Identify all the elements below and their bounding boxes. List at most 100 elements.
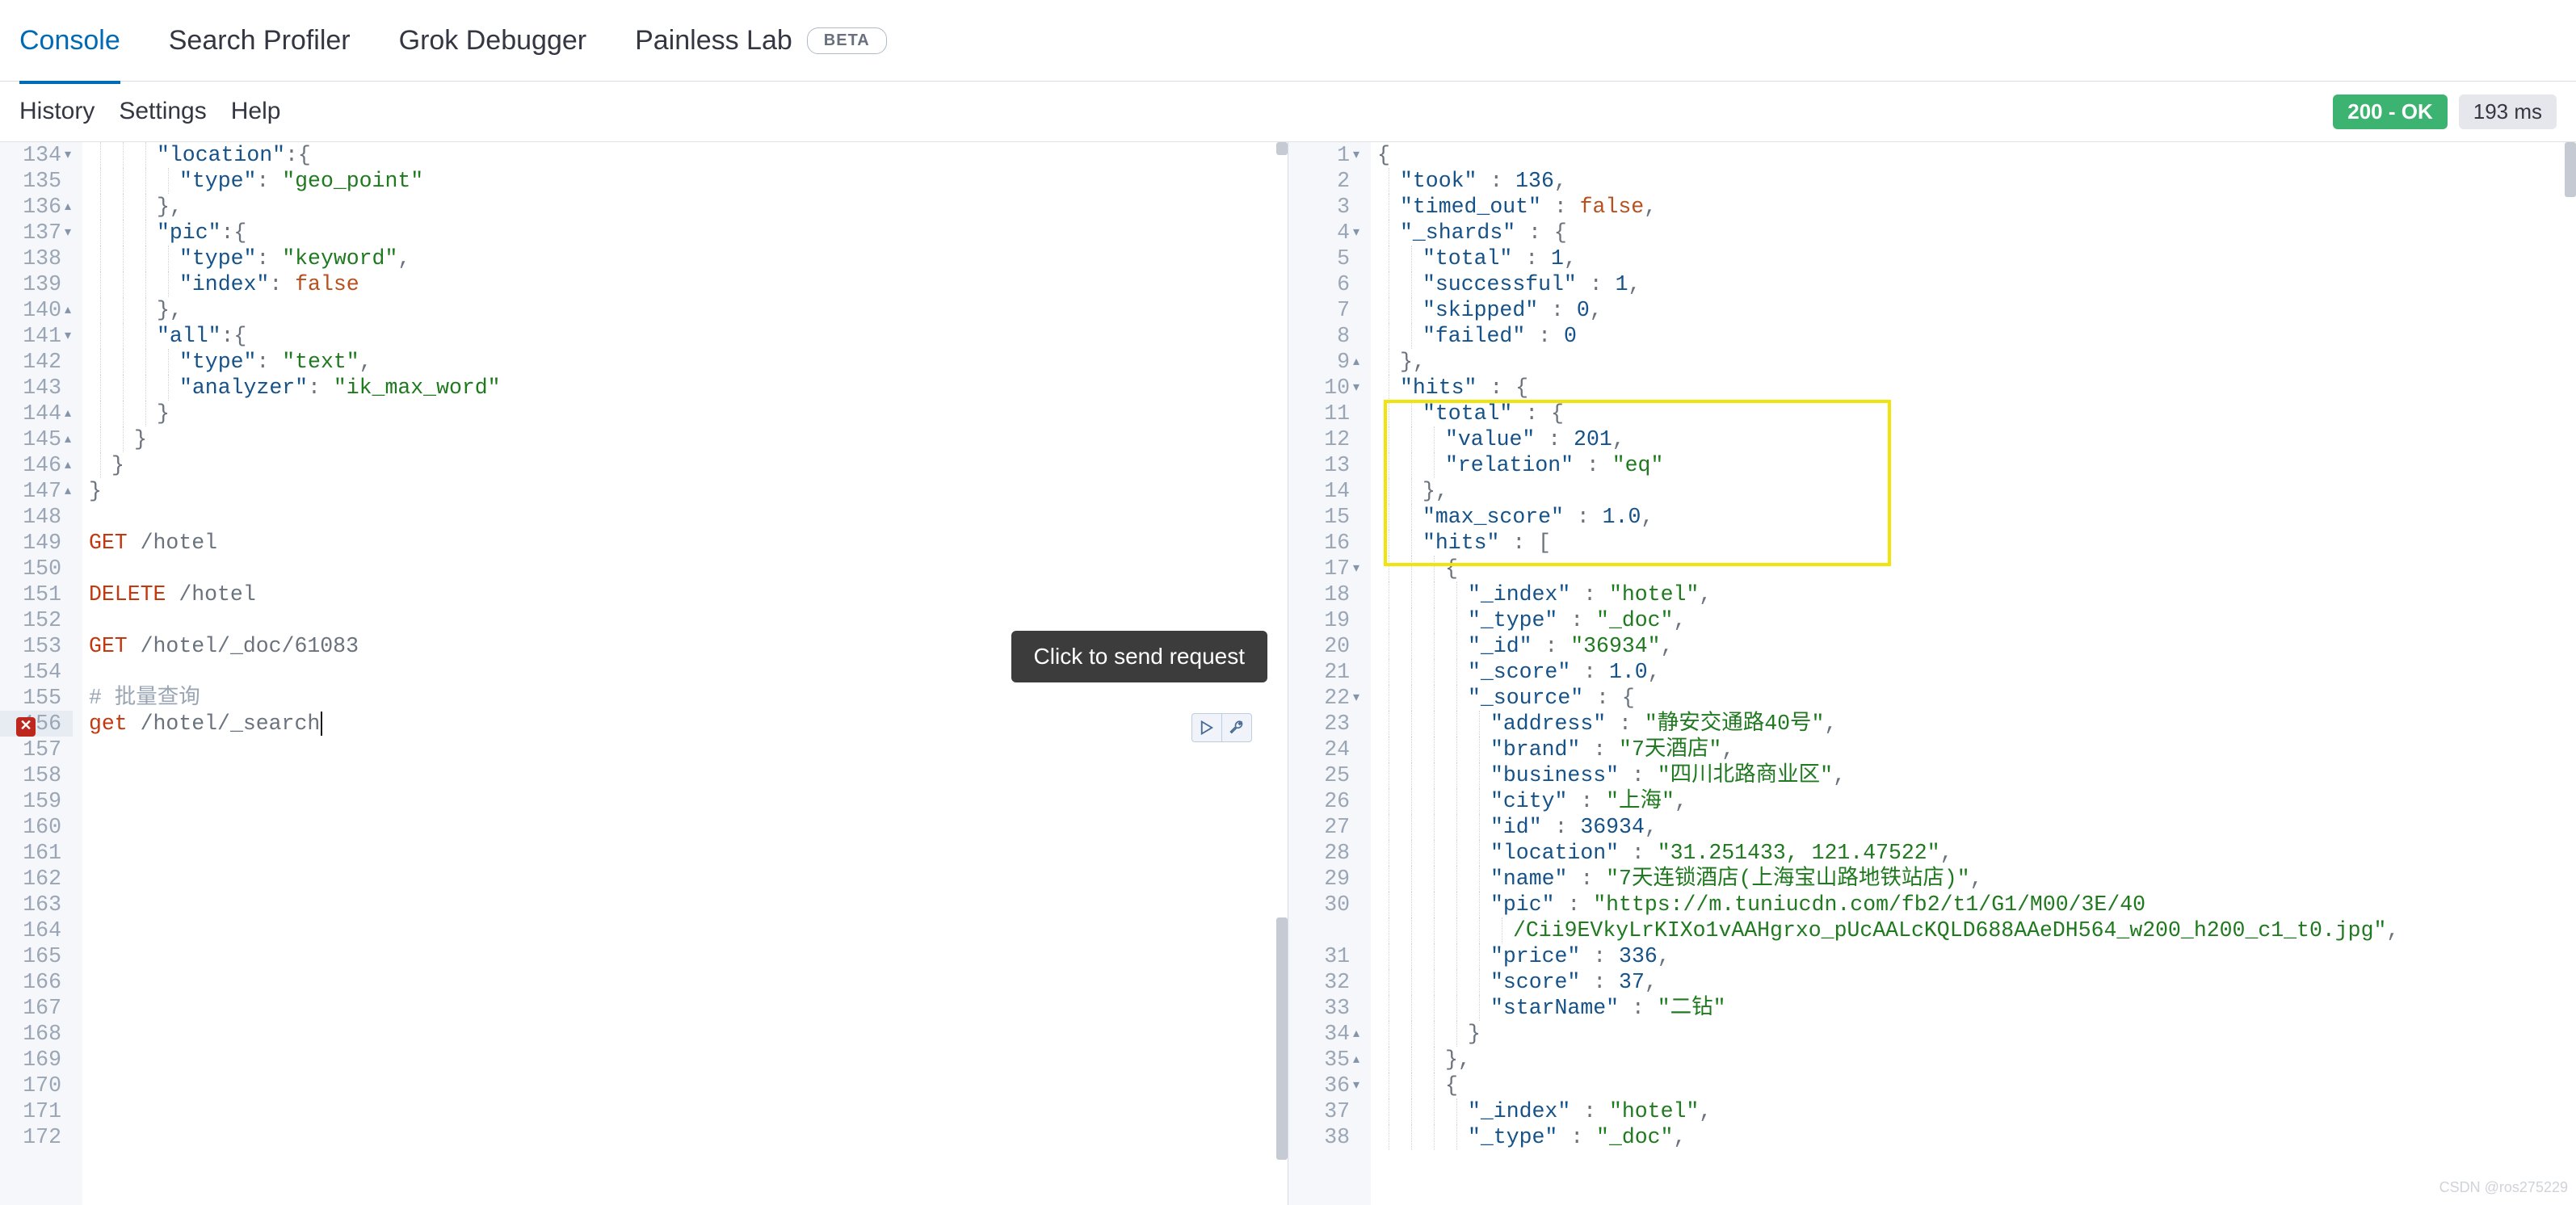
tab-console[interactable]: Console bbox=[19, 25, 120, 84]
fold-caret-icon[interactable]: ▾ bbox=[65, 142, 71, 168]
code-line bbox=[89, 969, 1288, 995]
code-line: "score" : 37, bbox=[1377, 969, 2576, 995]
code-line: /Cii9EVkyLrKIXo1vAAHgrxo_pUcAALcKQLD688A… bbox=[1377, 917, 2576, 943]
code-line: "brand" : "7天酒店", bbox=[1377, 737, 2576, 762]
gutter-line: 13 bbox=[1288, 452, 1361, 478]
code-line: "_index" : "hotel", bbox=[1377, 582, 2576, 607]
gutter-line: 25 bbox=[1288, 762, 1361, 788]
tab-search-profiler[interactable]: Search Profiler bbox=[169, 25, 351, 57]
code-line: get /hotel/_search bbox=[89, 711, 1288, 737]
fold-caret-icon[interactable]: ▴ bbox=[65, 194, 71, 220]
fold-caret-icon[interactable]: ▴ bbox=[1353, 1047, 1359, 1073]
fold-caret-icon[interactable]: ▾ bbox=[1353, 556, 1359, 582]
gutter-line: 167 bbox=[0, 995, 73, 1021]
fold-caret-icon[interactable]: ▴ bbox=[65, 452, 71, 478]
gutter-line: 22▾ bbox=[1288, 685, 1361, 711]
gutter-line: 152 bbox=[0, 607, 73, 633]
gutter-line: 1▾ bbox=[1288, 142, 1361, 168]
gutter-line: 18 bbox=[1288, 582, 1361, 607]
code-line: "took" : 136, bbox=[1377, 168, 2576, 194]
gutter-line: 38 bbox=[1288, 1124, 1361, 1150]
code-line: GET /hotel bbox=[89, 530, 1288, 556]
help-link[interactable]: Help bbox=[231, 98, 281, 125]
fold-caret-icon[interactable]: ▾ bbox=[1353, 1073, 1359, 1098]
code-line: "timed_out" : false, bbox=[1377, 194, 2576, 220]
code-line bbox=[89, 1124, 1288, 1150]
send-request-button[interactable] bbox=[1192, 714, 1222, 741]
fold-caret-icon[interactable]: ▴ bbox=[1353, 1021, 1359, 1047]
console-subbar: History Settings Help 200 - OK 193 ms bbox=[0, 82, 2576, 142]
gutter-line: 29 bbox=[1288, 866, 1361, 892]
code-line bbox=[89, 892, 1288, 917]
fold-caret-icon[interactable]: ▾ bbox=[1353, 375, 1359, 401]
fold-caret-icon[interactable]: ▴ bbox=[65, 426, 71, 452]
code-line: } bbox=[89, 478, 1288, 504]
gutter-line: 157 bbox=[0, 737, 73, 762]
gutter-line: 37 bbox=[1288, 1098, 1361, 1124]
code-line: "business" : "四川北路商业区", bbox=[1377, 762, 2576, 788]
fold-caret-icon[interactable]: ▾ bbox=[65, 323, 71, 349]
response-code-area[interactable]: {"took" : 136,"timed_out" : false,"_shar… bbox=[1371, 142, 2576, 1205]
gutter-line: 23 bbox=[1288, 711, 1361, 737]
tab-grok-debugger[interactable]: Grok Debugger bbox=[399, 25, 586, 57]
gutter-line: 135 bbox=[0, 168, 73, 194]
gutter-line: 26 bbox=[1288, 788, 1361, 814]
gutter-line: 172 bbox=[0, 1124, 73, 1150]
fold-caret-icon[interactable]: ▾ bbox=[65, 220, 71, 246]
code-line bbox=[89, 866, 1288, 892]
code-line: }, bbox=[1377, 1047, 2576, 1073]
code-line: "id" : 36934, bbox=[1377, 814, 2576, 840]
code-line bbox=[89, 1047, 1288, 1073]
editor-scroll-thumb[interactable] bbox=[1276, 917, 1288, 1160]
response-status-pill: 200 - OK bbox=[2333, 94, 2448, 129]
gutter-line: 146▴ bbox=[0, 452, 73, 478]
gutter-line: 155 bbox=[0, 685, 73, 711]
gutter-line: 33 bbox=[1288, 995, 1361, 1021]
code-line: "_type" : "_doc", bbox=[1377, 1124, 2576, 1150]
response-scroll-thumb[interactable] bbox=[2565, 142, 2576, 197]
fold-caret-icon[interactable]: ▾ bbox=[1353, 142, 1359, 168]
code-line bbox=[89, 1098, 1288, 1124]
tab-painless-lab[interactable]: Painless Lab BETA bbox=[635, 25, 887, 57]
request-action-buttons bbox=[1191, 713, 1252, 742]
gutter-line: 147▴ bbox=[0, 478, 73, 504]
send-request-tooltip: Click to send request bbox=[1011, 631, 1267, 682]
fold-caret-icon[interactable]: ▴ bbox=[65, 401, 71, 426]
gutter-line: 24 bbox=[1288, 737, 1361, 762]
code-line: "total" : { bbox=[1377, 401, 2576, 426]
gutter-line: 142 bbox=[0, 349, 73, 375]
code-line: "address" : "静安交通路40号", bbox=[1377, 711, 2576, 737]
gutter-line: 35▴ bbox=[1288, 1047, 1361, 1073]
history-link[interactable]: History bbox=[19, 98, 95, 125]
code-line: }, bbox=[1377, 349, 2576, 375]
code-line: "starName" : "二钻" bbox=[1377, 995, 2576, 1021]
code-line: { bbox=[1377, 1073, 2576, 1098]
request-options-button[interactable] bbox=[1222, 714, 1251, 741]
fold-caret-icon[interactable]: ▴ bbox=[65, 297, 71, 323]
code-line: "total" : 1, bbox=[1377, 246, 2576, 271]
gutter-line: 32 bbox=[1288, 969, 1361, 995]
fold-caret-icon[interactable]: ▴ bbox=[65, 478, 71, 504]
gutter-line: 170 bbox=[0, 1073, 73, 1098]
gutter-line: 159 bbox=[0, 788, 73, 814]
settings-link[interactable]: Settings bbox=[119, 98, 206, 125]
gutter-line: 148 bbox=[0, 504, 73, 530]
code-line: "_type" : "_doc", bbox=[1377, 607, 2576, 633]
gutter-line: 154 bbox=[0, 659, 73, 685]
editor-scroll-indicator-top[interactable] bbox=[1276, 142, 1288, 155]
code-line: } bbox=[89, 426, 1288, 452]
fold-caret-icon[interactable]: ▾ bbox=[1353, 685, 1359, 711]
code-line: }, bbox=[1377, 478, 2576, 504]
gutter-line: 140▴ bbox=[0, 297, 73, 323]
fold-caret-icon[interactable]: ▴ bbox=[1353, 349, 1359, 375]
code-line: { bbox=[1377, 142, 2576, 168]
gutter-line: 163 bbox=[0, 892, 73, 917]
gutter-line: 6 bbox=[1288, 271, 1361, 297]
gutter-line: 162 bbox=[0, 866, 73, 892]
gutter-line: 139 bbox=[0, 271, 73, 297]
tab-painless-lab-label: Painless Lab bbox=[635, 25, 792, 57]
gutter-line: 160 bbox=[0, 814, 73, 840]
fold-caret-icon[interactable]: ▾ bbox=[1353, 220, 1359, 246]
gutter-line: 36▾ bbox=[1288, 1073, 1361, 1098]
gutter-line: 136▴ bbox=[0, 194, 73, 220]
